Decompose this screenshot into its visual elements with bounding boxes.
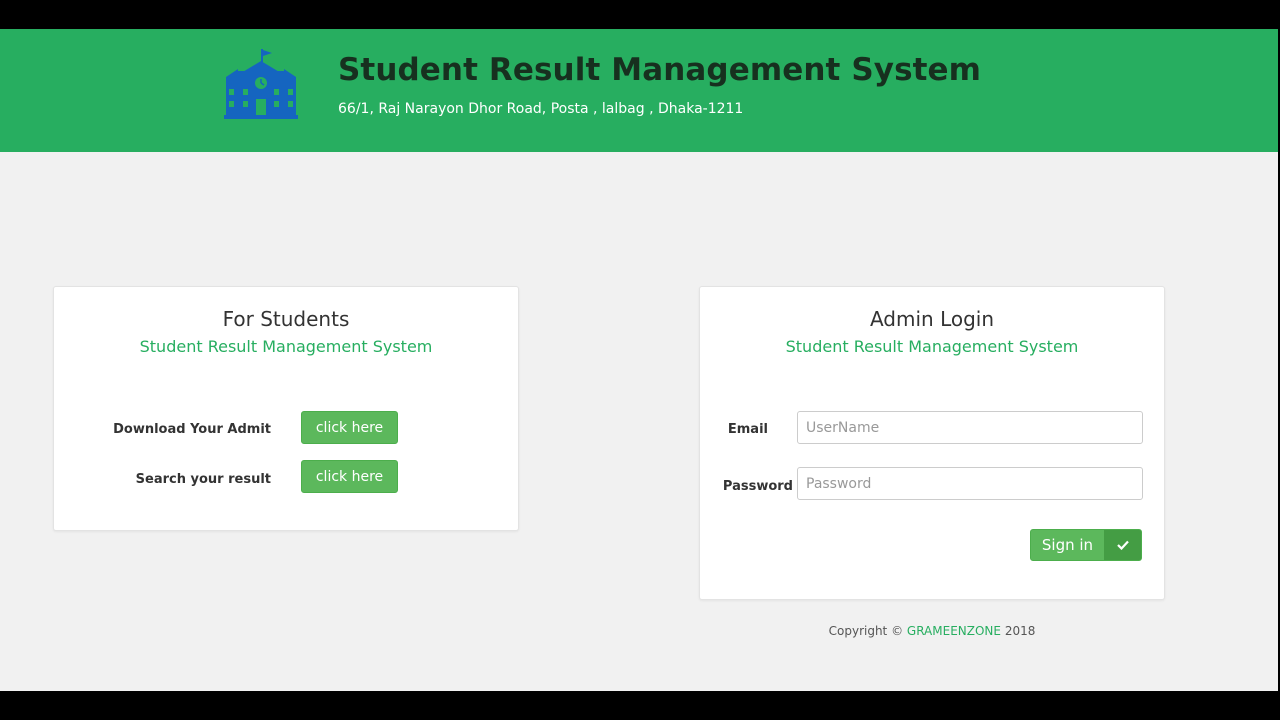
sign-in-button[interactable]: Sign in: [1030, 529, 1142, 561]
email-field[interactable]: [797, 411, 1143, 444]
sign-in-label: Sign in: [1041, 536, 1094, 554]
school-icon: [224, 49, 298, 119]
students-panel-title: For Students: [222, 307, 350, 331]
copyright-prefix: Copyright ©: [828, 624, 904, 638]
password-label: Password: [722, 479, 793, 494]
admin-login-title: Admin Login: [869, 307, 995, 331]
site-header: Student Result Management System 66/1, R…: [0, 29, 1278, 152]
copyright-year: 2018: [1004, 624, 1036, 638]
site-title: Student Result Management System: [338, 52, 982, 88]
admin-login-subtitle: Student Result Management System: [785, 337, 1079, 356]
download-admit-button[interactable]: click here: [301, 411, 398, 444]
page: Student Result Management System 66/1, R…: [0, 29, 1278, 691]
copyright: Copyright © GRAMEENZONE 2018: [699, 624, 1165, 638]
check-icon: [1104, 530, 1141, 560]
students-panel-subtitle: Student Result Management System: [139, 337, 433, 356]
students-panel: For Students Student Result Management S…: [53, 286, 519, 531]
admin-login-panel: Admin Login Student Result Management Sy…: [699, 286, 1165, 600]
search-result-button[interactable]: click here: [301, 460, 398, 493]
search-result-label: Search your result: [135, 472, 271, 487]
site-address: 66/1, Raj Narayon Dhor Road, Posta , lal…: [338, 101, 744, 117]
download-admit-label: Download Your Admit: [113, 422, 271, 437]
brand-link[interactable]: GRAMEENZONE: [907, 624, 1001, 638]
email-label: Email: [727, 422, 768, 437]
password-field[interactable]: [797, 467, 1143, 500]
